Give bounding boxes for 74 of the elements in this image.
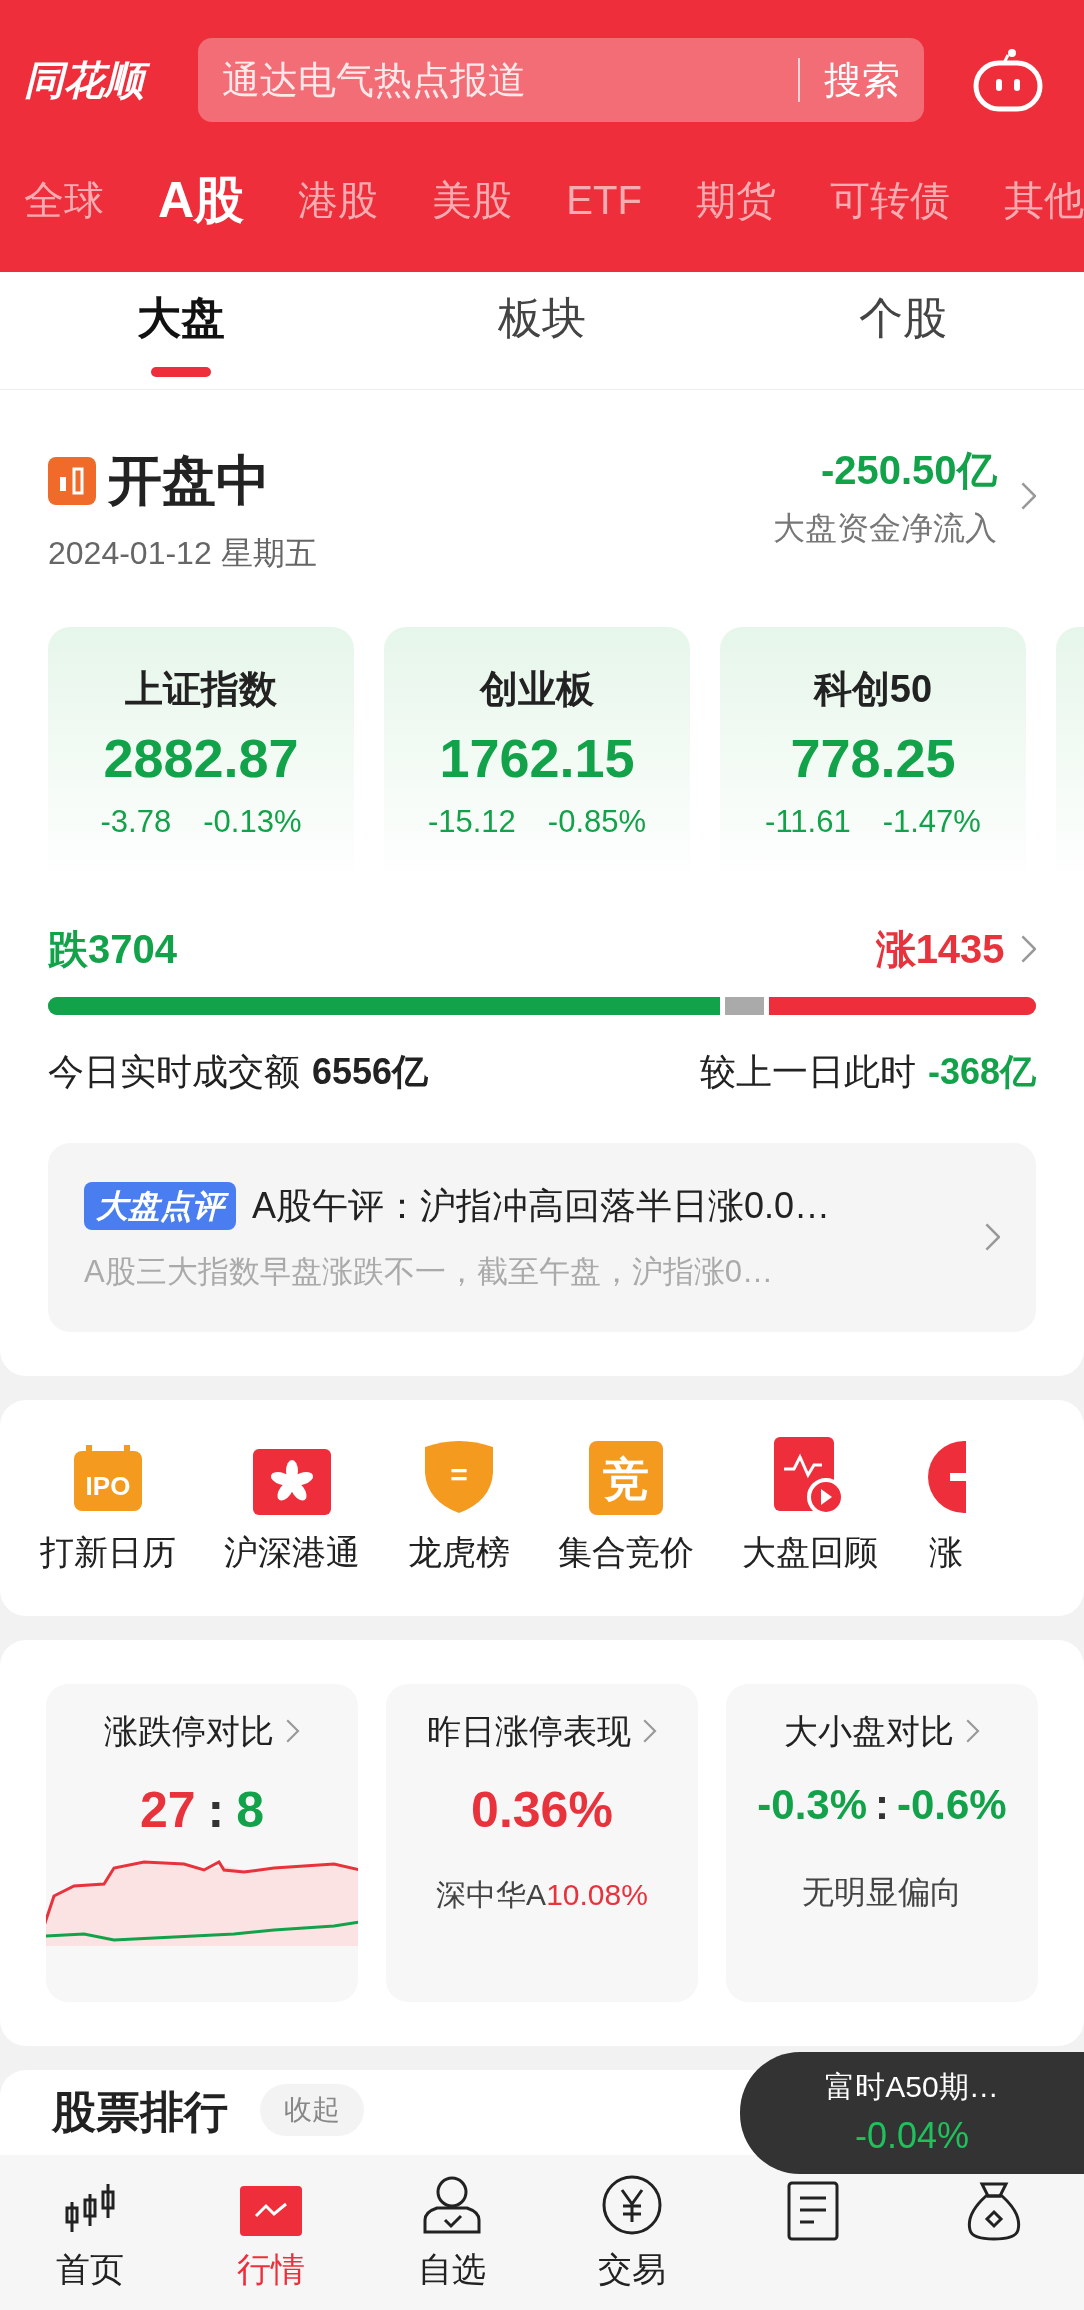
view-tab[interactable]: 大盘 bbox=[0, 272, 362, 389]
app-logo[interactable]: 同花顺 bbox=[24, 50, 174, 110]
chevron-icon bbox=[286, 1719, 300, 1743]
chevron-icon bbox=[1020, 482, 1036, 510]
tool-label[interactable]: 沪深港通 bbox=[224, 1526, 360, 1578]
stat-card[interactable]: 涨跌停对比 27 : 8 bbox=[46, 1683, 358, 2002]
nav-item[interactable]: 首页 bbox=[0, 2170, 181, 2295]
stat-title: 昨日涨停表现 bbox=[427, 1710, 632, 1752]
stat-title: 涨跌停对比 bbox=[104, 1710, 275, 1752]
tool-label[interactable]: 集合竞价 bbox=[558, 1526, 694, 1578]
session-date: 2024-01-12 星期五 bbox=[48, 534, 317, 573]
rising-count: 涨1435 bbox=[875, 926, 1005, 973]
stat-card[interactable]: 大小盘对比 -0.3% : -0.6% 无明显偏向 bbox=[726, 1683, 1038, 2002]
turnover-label: 今日实时成交额 bbox=[48, 1050, 300, 1094]
candlestick-badge-icon bbox=[48, 456, 96, 505]
index-change: -3.78 bbox=[100, 803, 172, 841]
nav-item[interactable]: 交易 bbox=[542, 2170, 723, 2295]
index-percent: -0.13% bbox=[203, 803, 302, 841]
futures-badge[interactable]: 富时A50期… -0.04% bbox=[740, 2052, 1084, 2174]
top-stock-note: 深中华A10.08% bbox=[436, 1876, 648, 1913]
limit-down-count: 8 bbox=[236, 1780, 265, 1840]
view-tab[interactable]: 个股 bbox=[722, 272, 1084, 389]
index-value: 1762.15 bbox=[439, 727, 635, 790]
market-status: 开盘中 bbox=[108, 449, 270, 512]
index-value: 2882.87 bbox=[103, 727, 299, 790]
stat-title: 大小盘对比 bbox=[784, 1710, 955, 1752]
tool-label[interactable]: 大盘回顾 bbox=[742, 1526, 878, 1578]
index-value: 778.25 bbox=[790, 727, 956, 790]
compare-value: -368亿 bbox=[927, 1050, 1036, 1094]
tool-label[interactable]: 龙虎榜 bbox=[408, 1526, 510, 1578]
small-cap-change: -0.6% bbox=[897, 1779, 1007, 1830]
chevron-icon bbox=[966, 1719, 980, 1743]
news-summary: A股三大指数早盘涨跌不一，截至午盘，沪指涨0… bbox=[84, 1253, 774, 1291]
large-cap-change: -0.3% bbox=[757, 1779, 867, 1830]
chevron-icon bbox=[643, 1719, 657, 1743]
tool-label[interactable]: 打新日历 bbox=[40, 1526, 176, 1578]
futures-name: 富时A50期… bbox=[825, 2068, 999, 2105]
index-name: 上证指数 bbox=[125, 667, 277, 712]
yen-coin-icon bbox=[601, 2174, 664, 2236]
net-inflow-label: 大盘资金净流入 bbox=[772, 509, 997, 548]
performance-value: 0.36% bbox=[471, 1780, 613, 1840]
falling-count: 跌3704 bbox=[48, 926, 177, 973]
news-card[interactable]: 大盘点评 A股午评：沪指冲高回落半日涨0.0… A股三大指数早盘涨跌不一，截至午盘，沪指涨0… bbox=[48, 1143, 1036, 1332]
flower-flag-icon bbox=[253, 1448, 331, 1515]
chevron-icon bbox=[984, 1223, 1000, 1252]
nav-item[interactable]: 自选 bbox=[361, 2170, 542, 2295]
turnover-value: 6556亿 bbox=[312, 1050, 429, 1094]
index-name: 创业板 bbox=[480, 667, 594, 712]
tool-label[interactable]: 涨 bbox=[929, 1526, 963, 1578]
index-change: -11.61 bbox=[765, 803, 851, 841]
ratio-separator: : bbox=[207, 1780, 225, 1840]
market-tab[interactable]: A股 bbox=[158, 162, 245, 238]
search-placeholder: 通达电气热点报道 bbox=[222, 57, 527, 103]
compare-label: 较上一日此时 bbox=[699, 1050, 916, 1094]
commentary-badge: 大盘点评 bbox=[84, 1182, 236, 1230]
index-change: -15.12 bbox=[427, 803, 516, 841]
net-inflow-value: -250.50亿 bbox=[820, 447, 997, 494]
chevron-icon bbox=[1020, 935, 1036, 963]
ratio-separator: : bbox=[875, 1779, 889, 1830]
document-icon bbox=[786, 2179, 840, 2242]
limit-up-count: 27 bbox=[139, 1780, 196, 1840]
nav-item[interactable]: 行情 bbox=[180, 2170, 362, 2295]
view-tab[interactable]: 板块 bbox=[361, 272, 723, 389]
index-percent: -0.85% bbox=[547, 803, 647, 841]
index-percent: -1.47% bbox=[882, 803, 981, 841]
tile-icon: 竞 bbox=[589, 1440, 663, 1515]
bias-note: 无明显偏向 bbox=[802, 1872, 962, 1912]
futures-change: -0.04% bbox=[854, 2113, 970, 2158]
trend-icon bbox=[240, 2186, 302, 2236]
ranking-title: 股票排行 bbox=[52, 2085, 228, 2138]
index-name: 科创50 bbox=[813, 667, 933, 712]
stat-card[interactable]: 昨日涨停表现 0.36% 深中华A10.08% bbox=[386, 1683, 698, 2002]
news-title: A股午评：沪指冲高回落半日涨0.0… bbox=[252, 1184, 831, 1228]
robot-icon[interactable] bbox=[972, 47, 1044, 113]
